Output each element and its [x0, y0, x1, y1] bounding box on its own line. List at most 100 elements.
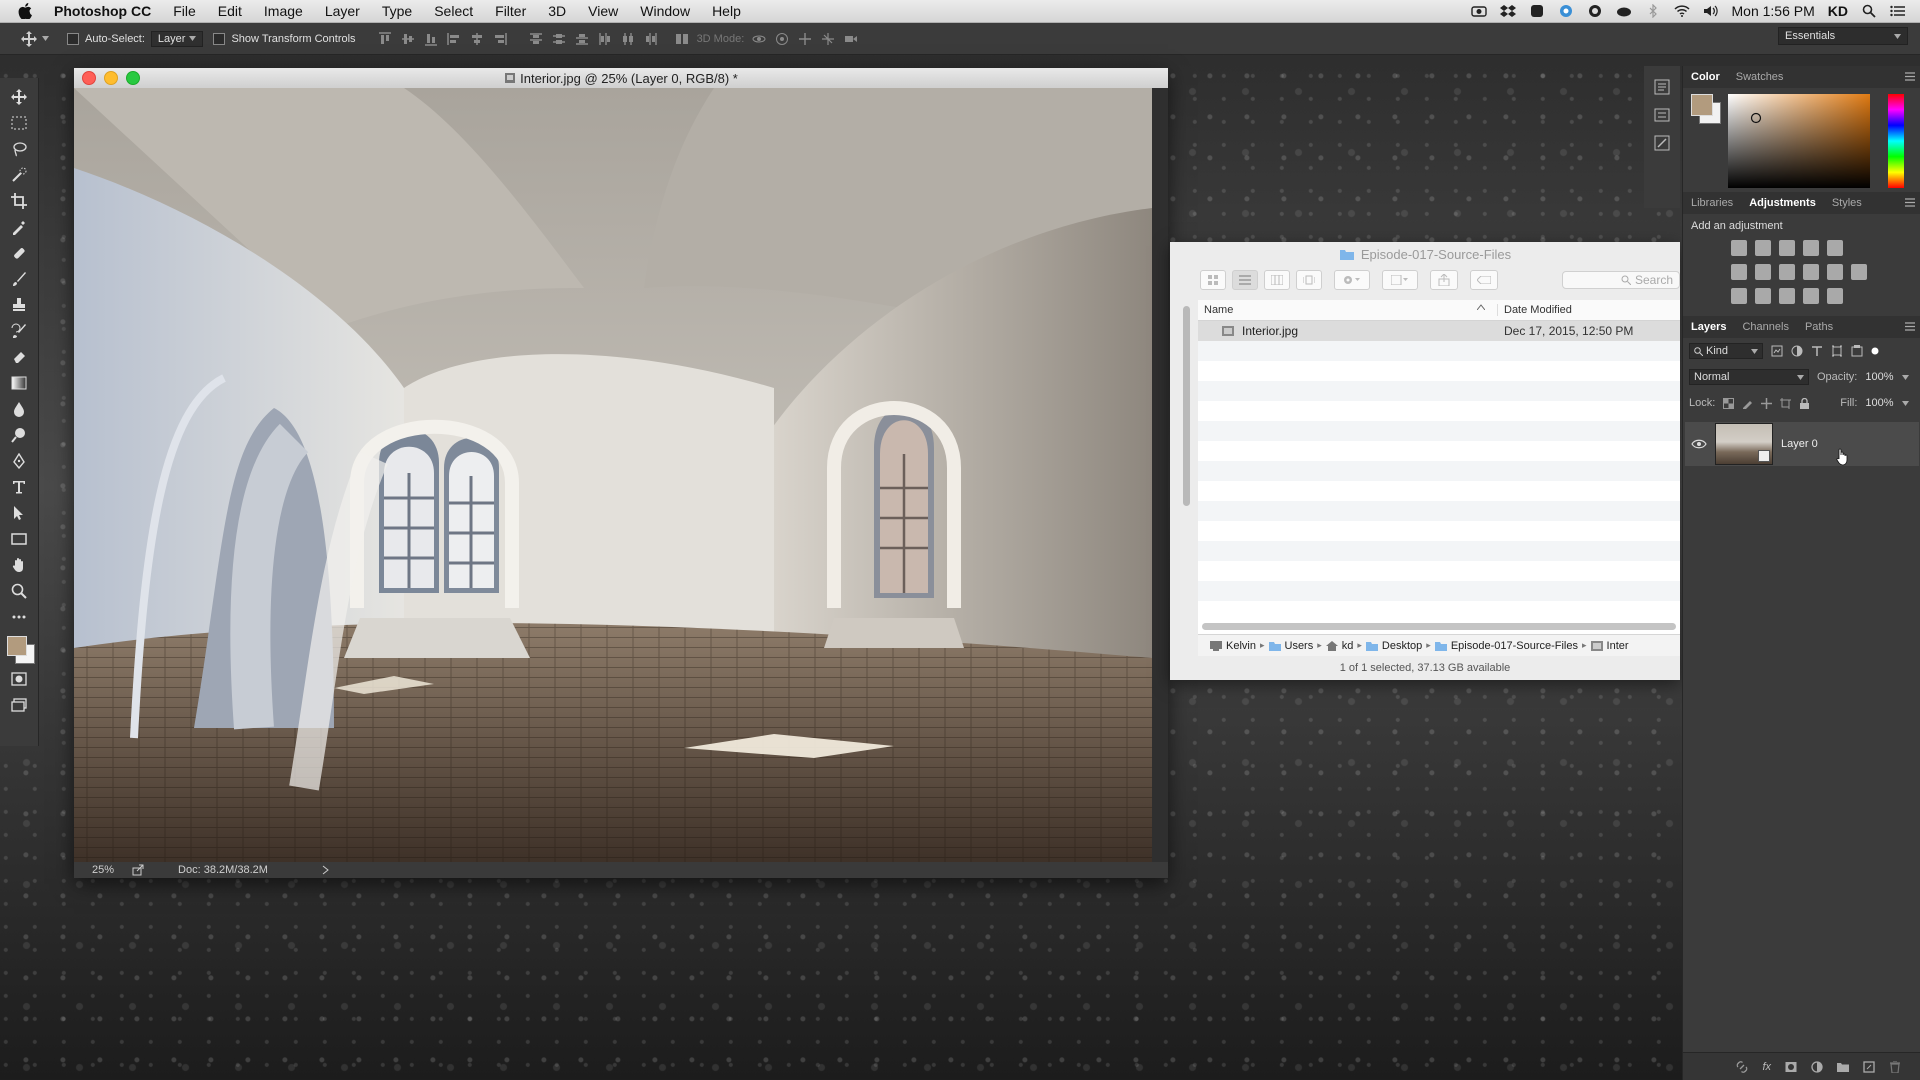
- align-hcenter-icon[interactable]: [470, 32, 484, 46]
- transform-controls-checkbox[interactable]: [213, 32, 226, 45]
- align-top-icon[interactable]: [378, 31, 392, 46]
- finder-search-field[interactable]: Search: [1562, 271, 1680, 289]
- column-view-icon[interactable]: [1264, 270, 1290, 290]
- shape-filter-icon[interactable]: [1831, 345, 1843, 357]
- share-icon[interactable]: [1430, 270, 1458, 290]
- dodge-tool-icon[interactable]: [7, 424, 31, 446]
- name-column-header[interactable]: Name: [1198, 304, 1498, 316]
- chrome-icon[interactable]: [1558, 4, 1574, 18]
- horizontal-scrollbar[interactable]: [1202, 623, 1676, 630]
- link-layers-icon[interactable]: [1736, 1060, 1748, 1073]
- chevron-down-icon[interactable]: [1901, 374, 1909, 380]
- add-mask-icon[interactable]: [1785, 1061, 1797, 1073]
- opacity-value[interactable]: 100%: [1865, 371, 1893, 383]
- dropbox-icon[interactable]: [1499, 4, 1516, 18]
- zoom-level[interactable]: 25%: [92, 864, 114, 876]
- arrange-icon[interactable]: [1382, 270, 1418, 290]
- evernote-icon[interactable]: [1529, 4, 1545, 18]
- coverflow-view-icon[interactable]: [1296, 270, 1322, 290]
- cloud-icon[interactable]: [1616, 4, 1632, 18]
- path-segment[interactable]: Episode-017-Source-Files: [1434, 640, 1578, 652]
- layer-row[interactable]: Layer 0: [1685, 422, 1919, 466]
- 3d-pan-icon[interactable]: [798, 32, 812, 46]
- brush-tool-icon[interactable]: [7, 268, 31, 290]
- export-icon[interactable]: [132, 864, 144, 876]
- tab-paths[interactable]: Paths: [1797, 321, 1841, 333]
- wifi-icon[interactable]: [1673, 4, 1690, 18]
- path-segment[interactable]: Inter: [1590, 640, 1629, 652]
- path-selection-tool-icon[interactable]: [7, 502, 31, 524]
- type-filter-icon[interactable]: [1811, 345, 1823, 357]
- channel-mixer-icon[interactable]: [1827, 264, 1843, 280]
- levels-icon[interactable]: [1755, 240, 1771, 256]
- vibrance-icon[interactable]: [1827, 240, 1843, 256]
- chevron-right-icon[interactable]: [322, 865, 330, 875]
- distribute-top-icon[interactable]: [529, 32, 543, 46]
- menu-image[interactable]: Image: [253, 3, 314, 19]
- tag-icon[interactable]: [1470, 270, 1498, 290]
- brush-panel-icon[interactable]: [1653, 134, 1671, 152]
- lock-all-icon[interactable]: [1799, 397, 1810, 409]
- hand-tool-icon[interactable]: [7, 554, 31, 576]
- icon-view-icon[interactable]: [1200, 270, 1226, 290]
- menu-help[interactable]: Help: [701, 3, 752, 19]
- tab-libraries[interactable]: Libraries: [1683, 197, 1741, 209]
- color-balance-icon[interactable]: [1755, 264, 1771, 280]
- black-white-icon[interactable]: [1779, 264, 1795, 280]
- gradient-tool-icon[interactable]: [7, 372, 31, 394]
- quick-selection-tool-icon[interactable]: [7, 164, 31, 186]
- tab-layers[interactable]: Layers: [1683, 321, 1734, 333]
- menu-layer[interactable]: Layer: [314, 3, 371, 19]
- move-tool-icon[interactable]: [7, 86, 31, 108]
- 3d-slide-icon[interactable]: [821, 32, 835, 46]
- path-segment[interactable]: Desktop: [1365, 640, 1422, 652]
- adjustment-filter-icon[interactable]: [1791, 345, 1803, 357]
- lock-image-icon[interactable]: [1742, 398, 1753, 409]
- more-tools-icon[interactable]: [7, 606, 31, 628]
- panel-menu-icon[interactable]: [1905, 322, 1915, 331]
- pen-tool-icon[interactable]: [7, 450, 31, 472]
- filter-toggle-icon[interactable]: [1871, 347, 1879, 355]
- menu-3d[interactable]: 3D: [537, 3, 577, 19]
- panel-menu-icon[interactable]: [1905, 72, 1915, 81]
- chevron-down-icon[interactable]: [1901, 400, 1909, 406]
- foreground-color-swatch[interactable]: [7, 636, 27, 656]
- 3d-scale-icon[interactable]: [844, 32, 858, 46]
- tab-adjustments[interactable]: Adjustments: [1741, 197, 1824, 209]
- menu-app-name[interactable]: Photoshop CC: [40, 3, 162, 19]
- align-right-icon[interactable]: [493, 32, 507, 46]
- color-swatches[interactable]: [5, 634, 35, 664]
- cc-icon[interactable]: [1587, 4, 1603, 18]
- finder-sidebar-scrollbar[interactable]: [1183, 306, 1190, 506]
- path-segment[interactable]: kd: [1325, 640, 1353, 652]
- new-group-icon[interactable]: [1837, 1061, 1849, 1073]
- notification-center-icon[interactable]: [1890, 4, 1906, 18]
- volume-icon[interactable]: [1703, 4, 1719, 18]
- distribute-left-icon[interactable]: [598, 32, 612, 46]
- align-vcenter-icon[interactable]: [401, 32, 415, 46]
- panel-menu-icon[interactable]: [1905, 198, 1915, 207]
- distribute-vcenter-icon[interactable]: [552, 32, 566, 46]
- foreground-color-chip[interactable]: [1691, 94, 1713, 116]
- 3d-orbit-icon[interactable]: [752, 32, 766, 46]
- layer-style-fx-icon[interactable]: fx: [1762, 1061, 1771, 1073]
- clone-stamp-tool-icon[interactable]: [7, 294, 31, 316]
- blur-tool-icon[interactable]: [7, 398, 31, 420]
- menu-view[interactable]: View: [577, 3, 629, 19]
- invert-icon[interactable]: [1731, 288, 1747, 304]
- marquee-tool-icon[interactable]: [7, 112, 31, 134]
- 3d-roll-icon[interactable]: [775, 32, 789, 46]
- gradient-map-icon[interactable]: [1827, 288, 1843, 304]
- path-segment[interactable]: Kelvin: [1210, 640, 1256, 652]
- lock-position-icon[interactable]: [1761, 397, 1773, 409]
- workspace-switcher[interactable]: Essentials: [1778, 27, 1908, 45]
- history-panel-icon[interactable]: [1653, 78, 1671, 96]
- tab-channels[interactable]: Channels: [1734, 321, 1796, 333]
- tab-styles[interactable]: Styles: [1824, 197, 1870, 209]
- image-canvas[interactable]: [74, 88, 1152, 862]
- tab-swatches[interactable]: Swatches: [1728, 71, 1792, 83]
- exposure-icon[interactable]: [1803, 240, 1819, 256]
- fill-value[interactable]: 100%: [1865, 397, 1893, 409]
- document-titlebar[interactable]: Interior.jpg @ 25% (Layer 0, RGB/8) *: [74, 68, 1168, 88]
- pixel-filter-icon[interactable]: [1771, 345, 1783, 357]
